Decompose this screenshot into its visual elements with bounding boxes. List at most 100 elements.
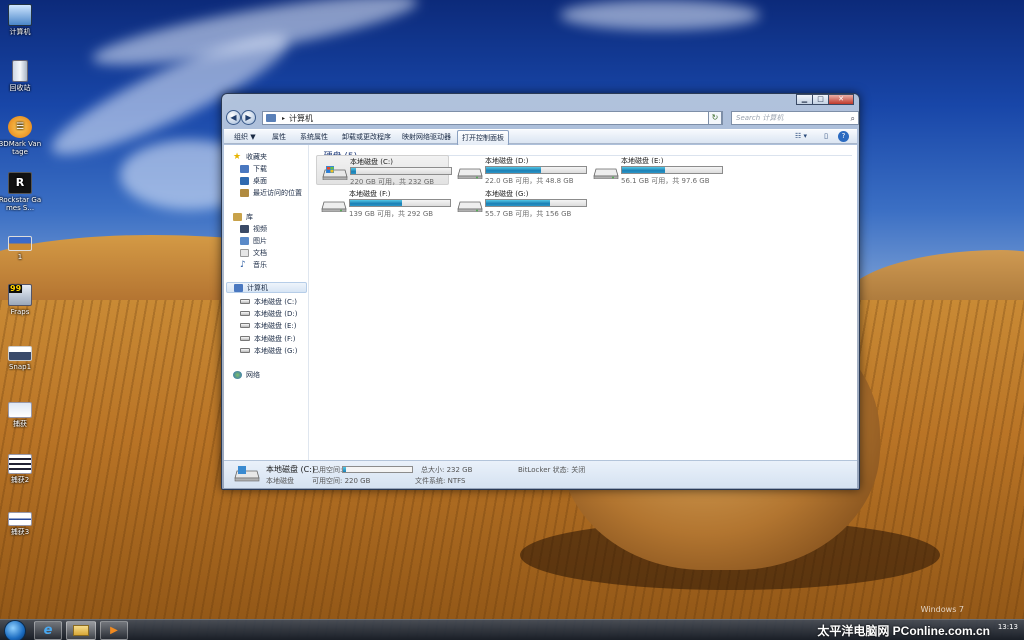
refresh-button[interactable]: ↻: [708, 111, 722, 125]
desktop-icon-label: 计算机: [9, 28, 31, 36]
window-controls: ▁ □ ✕: [796, 94, 854, 105]
help-icon[interactable]: ?: [838, 131, 849, 142]
desktop-icon-snap1[interactable]: Snap1: [0, 346, 42, 371]
hard-drive-icon: [321, 198, 347, 213]
search-placeholder: Search 计算机: [736, 114, 784, 122]
taskbar-ie-button[interactable]: e: [34, 621, 62, 640]
search-input[interactable]: Search 计算机 ⌕: [731, 111, 859, 125]
desktop-icon-3dmark[interactable]: ☰ 3DMark Vantage: [0, 116, 42, 156]
hard-drive-windows-icon: [322, 166, 348, 181]
sidebar-item-label: 文档: [253, 248, 267, 257]
sidebar-item-favorites[interactable]: ★ 收藏夹: [233, 151, 267, 162]
sidebar-item-drive-g[interactable]: 本地磁盘 (G:): [240, 345, 297, 356]
start-button[interactable]: [4, 620, 26, 640]
image-file-icon: [8, 402, 32, 418]
desktop-icon-fraps[interactable]: 99 Fraps: [0, 284, 42, 316]
drive-space-text: 56.1 GB 可用，共 97.6 GB: [621, 177, 710, 185]
drive-name: 本地磁盘 (E:): [621, 157, 664, 165]
drive-space-text: 139 GB 可用，共 292 GB: [349, 210, 434, 218]
sidebar-item-drive-f[interactable]: 本地磁盘 (F:): [240, 333, 296, 344]
drive-tile[interactable]: 本地磁盘 (F:) 139 GB 可用，共 292 GB: [316, 188, 451, 218]
details-bitlocker: BitLocker 状态: 关闭: [518, 466, 586, 474]
preview-pane-icon[interactable]: ▯: [820, 131, 832, 142]
details-drive-name: 本地磁盘 (C:): [266, 465, 316, 474]
taskbar-explorer-button[interactable]: [66, 621, 96, 640]
sidebar-item-recent[interactable]: 最近访问的位置: [240, 187, 302, 198]
drive-name: 本地磁盘 (G:): [485, 190, 529, 198]
uninstall-programs-button[interactable]: 卸载或更改程序: [342, 132, 391, 142]
desktop-icon-label: 捕获2: [10, 476, 30, 484]
back-button[interactable]: ◀: [226, 110, 241, 125]
close-button[interactable]: ✕: [828, 94, 854, 105]
drive-usage-fill: [351, 168, 356, 174]
fraps-icon: 99: [8, 284, 32, 306]
hard-drive-icon: [457, 198, 483, 213]
desktop-icon-recycle-bin[interactable]: 回收站: [0, 60, 42, 92]
clock[interactable]: 13:13: [998, 623, 1018, 631]
details-space-used-label: 已用空间:: [312, 466, 343, 474]
system-properties-button[interactable]: 系统属性: [300, 132, 328, 142]
drive-tile[interactable]: 本地磁盘 (D:) 22.0 GB 可用，共 48.8 GB: [452, 155, 587, 185]
desktop-icon-capture2[interactable]: 捕获2: [0, 454, 42, 484]
properties-button[interactable]: 属性: [272, 132, 286, 142]
internet-explorer-icon: e: [43, 623, 53, 638]
minimize-button[interactable]: ▁: [796, 94, 813, 105]
sidebar-item-drive-c[interactable]: 本地磁盘 (C:): [240, 296, 297, 307]
forward-button[interactable]: ▶: [241, 110, 256, 125]
sidebar-item-videos[interactable]: 视频: [240, 223, 267, 234]
details-total-size: 总大小: 232 GB: [421, 466, 473, 474]
sidebar-item-pictures[interactable]: 图片: [240, 235, 267, 246]
desktop-icon-capture3[interactable]: 捕获3: [0, 512, 42, 536]
search-icon: ⌕: [850, 114, 855, 123]
hard-drive-icon: [240, 299, 250, 304]
sidebar-item-network[interactable]: 网络: [233, 369, 260, 380]
recycle-bin-icon: [12, 60, 28, 82]
image-file-icon: [8, 346, 32, 361]
details-pane: 本地磁盘 (C:) 本地磁盘 已用空间: 可用空间: 220 GB 总大小: 2…: [224, 460, 857, 488]
pictures-icon: [240, 236, 249, 245]
desktop-icon-rockstar[interactable]: R Rockstar Games S...: [0, 172, 42, 212]
drive-space-text: 55.7 GB 可用，共 156 GB: [485, 210, 572, 218]
sidebar-item-label: 本地磁盘 (C:): [254, 297, 297, 306]
desktop-icon-label: Fraps: [10, 308, 30, 316]
fraps-badge: 99: [9, 284, 23, 293]
sidebar-item-documents[interactable]: 文档: [240, 247, 267, 258]
brand-watermark: 太平洋电脑网 PConline.com.cn: [817, 624, 990, 638]
hard-drive-icon: [240, 336, 250, 341]
maximize-button[interactable]: □: [812, 94, 829, 105]
sidebar-item-drive-e[interactable]: 本地磁盘 (E:): [240, 320, 296, 331]
desktop-icon-computer[interactable]: 计算机: [0, 4, 42, 36]
sidebar-item-downloads[interactable]: 下载: [240, 163, 267, 174]
address-separator: ▸: [282, 114, 286, 122]
sidebar-item-label: 网络: [246, 370, 260, 379]
open-control-panel-button[interactable]: 打开控制面板: [457, 130, 509, 146]
drive-tile[interactable]: 本地磁盘 (G:) 55.7 GB 可用，共 156 GB: [452, 188, 587, 218]
downloads-icon: [240, 164, 249, 173]
sidebar-item-drive-d[interactable]: 本地磁盘 (D:): [240, 308, 297, 319]
view-options-icon[interactable]: ☷ ▾: [790, 131, 812, 142]
sidebar-item-music[interactable]: ♪ 音乐: [240, 259, 267, 270]
sidebar-item-label: 计算机: [247, 283, 268, 292]
explorer-window: ▁ □ ✕ ◀ ▶ ▸ 计算机 ▼ ↻ Search 计算机 ⌕ 组织 ▼ 属性…: [221, 93, 860, 490]
taskbar-media-player-button[interactable]: ▶: [100, 621, 128, 640]
desktop-icon-1[interactable]: 1: [0, 236, 42, 261]
libraries-icon: [233, 212, 242, 221]
organize-menu[interactable]: 组织 ▼: [234, 132, 256, 142]
navigation-bar: ◀ ▶ ▸ 计算机 ▼ ↻ Search 计算机 ⌕: [226, 109, 859, 127]
sidebar-item-libraries[interactable]: 库: [233, 211, 253, 222]
sidebar-item-label: 本地磁盘 (E:): [254, 321, 297, 330]
drive-tile[interactable]: 本地磁盘 (E:) 56.1 GB 可用，共 97.6 GB: [588, 155, 723, 185]
map-network-drive-button[interactable]: 映射网络驱动器: [402, 132, 451, 142]
desktop-icon: [240, 176, 249, 185]
sidebar-item-label: 桌面: [253, 176, 267, 185]
navigation-pane: ★ 收藏夹 下载 桌面 最近访问的位置 库 视频 图片 文档 ♪ 音乐 计算机 …: [224, 145, 309, 460]
hard-drive-windows-icon: [234, 466, 260, 482]
recent-places-icon: [240, 188, 249, 197]
address-bar[interactable]: ▸ 计算机 ▼: [262, 111, 723, 125]
desktop-icon-capture[interactable]: 捕获: [0, 402, 42, 428]
drive-tile[interactable]: 本地磁盘 (C:) 220 GB 可用，共 232 GB: [316, 155, 452, 186]
desktop-icon-label: 1: [17, 253, 23, 261]
sidebar-item-computer[interactable]: 计算机: [226, 282, 307, 293]
sidebar-item-desktop[interactable]: 桌面: [240, 175, 267, 186]
drive-usage-bar: [350, 167, 452, 175]
